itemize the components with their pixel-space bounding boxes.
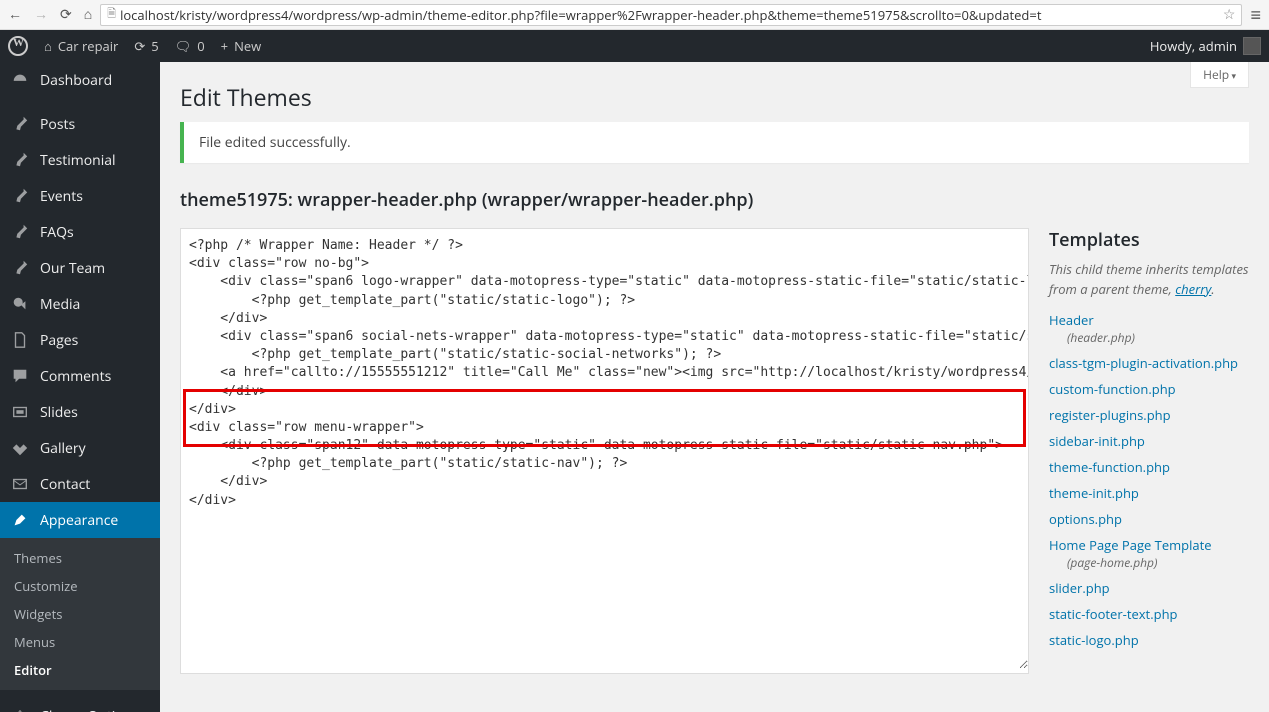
submenu-menus[interactable]: Menus: [0, 628, 160, 656]
howdy-text: Howdy, admin: [1150, 37, 1237, 55]
page-icon: [10, 330, 30, 350]
menu-gallery[interactable]: Gallery: [0, 430, 160, 466]
url-bar[interactable]: 🗎 localhost/kristy/wordpress4/wordpress/…: [100, 4, 1242, 26]
pin-icon: [10, 150, 30, 170]
pin-icon: [10, 222, 30, 242]
forward-icon[interactable]: →: [34, 5, 48, 24]
templates-panel: Templates This child theme inherits temp…: [1049, 228, 1249, 657]
site-name-link[interactable]: ⌂ Car repair: [44, 37, 118, 55]
comment-icon: [10, 366, 30, 386]
pin-icon: [10, 114, 30, 134]
admin-sidebar: Dashboard Posts Testimonial Events FAQs …: [0, 62, 160, 712]
template-item: register-plugins.php: [1049, 406, 1249, 424]
media-icon: [10, 294, 30, 314]
success-notice: File edited successfully.: [180, 122, 1249, 163]
menu-faqs[interactable]: FAQs: [0, 214, 160, 250]
menu-testimonial[interactable]: Testimonial: [0, 142, 160, 178]
pin-icon: [10, 258, 30, 278]
menu-events[interactable]: Events: [0, 178, 160, 214]
bookmark-star-icon[interactable]: ☆: [1223, 5, 1236, 24]
browser-nav-icons: ← → ⟳ ⌂: [8, 5, 92, 24]
contact-icon: [10, 474, 30, 494]
file-heading: theme51975: wrapper-header.php (wrapper/…: [180, 188, 753, 212]
dashboard-icon: [10, 70, 30, 90]
submenu-editor[interactable]: Editor: [0, 656, 160, 684]
site-name: Car repair: [58, 37, 119, 55]
pin-icon: [10, 186, 30, 206]
template-item: Header(header.php): [1049, 311, 1249, 346]
browser-chrome: ← → ⟳ ⌂ 🗎 localhost/kristy/wordpress4/wo…: [0, 0, 1269, 30]
templates-list: Header(header.php) class-tgm-plugin-acti…: [1049, 311, 1249, 649]
menu-cherry-options[interactable]: Cherry Options: [0, 698, 160, 712]
menu-comments[interactable]: Comments: [0, 358, 160, 394]
new-label: New: [234, 37, 261, 55]
url-text: localhost/kristy/wordpress4/wordpress/wp…: [120, 6, 1041, 24]
updates-icon: ⟳: [134, 37, 145, 55]
templates-heading: Templates: [1049, 228, 1249, 252]
comments-link[interactable]: 🗨 0: [175, 37, 205, 55]
new-content-link[interactable]: + New: [221, 37, 262, 55]
content-area: Help Edit Themes File edited successfull…: [160, 62, 1269, 712]
slides-icon: [10, 402, 30, 422]
submenu-themes[interactable]: Themes: [0, 544, 160, 572]
template-item: theme-function.php: [1049, 458, 1249, 476]
menu-dashboard[interactable]: Dashboard: [0, 62, 160, 98]
updates-link[interactable]: ⟳ 5: [134, 37, 158, 55]
menu-appearance[interactable]: Appearance: [0, 502, 160, 538]
updates-count: 5: [151, 37, 158, 55]
reload-icon[interactable]: ⟳: [60, 5, 72, 24]
template-item: custom-function.php: [1049, 380, 1249, 398]
menu-pages[interactable]: Pages: [0, 322, 160, 358]
template-item: slider.php: [1049, 579, 1249, 597]
browser-menu-icon[interactable]: ≡: [1250, 3, 1261, 27]
code-editor-wrapper: [180, 228, 1029, 674]
cherry-icon: [10, 706, 30, 712]
menu-contact[interactable]: Contact: [0, 466, 160, 502]
help-tab[interactable]: Help: [1190, 62, 1249, 88]
template-item: sidebar-init.php: [1049, 432, 1249, 450]
appearance-submenu: Themes Customize Widgets Menus Editor: [0, 538, 160, 690]
appearance-icon: [10, 510, 30, 530]
submenu-widgets[interactable]: Widgets: [0, 600, 160, 628]
howdy-account[interactable]: Howdy, admin: [1150, 37, 1261, 55]
menu-our-team[interactable]: Our Team: [0, 250, 160, 286]
inherit-note: This child theme inherits templates from…: [1049, 260, 1249, 299]
parent-theme-link[interactable]: cherry: [1175, 280, 1211, 298]
comment-icon: 🗨: [175, 37, 192, 55]
code-editor[interactable]: [181, 229, 1028, 669]
wp-logo[interactable]: [8, 36, 28, 56]
wordpress-logo-icon: [8, 36, 28, 56]
home-icon[interactable]: ⌂: [84, 5, 92, 24]
template-item: Home Page Page Template(page-home.php): [1049, 536, 1249, 571]
menu-slides[interactable]: Slides: [0, 394, 160, 430]
back-icon[interactable]: ←: [8, 5, 22, 24]
template-item: theme-init.php: [1049, 484, 1249, 502]
home-icon: ⌂: [44, 37, 52, 55]
wp-admin-toolbar: ⌂ Car repair ⟳ 5 🗨 0 + New Howdy, admin: [0, 30, 1269, 62]
submenu-customize[interactable]: Customize: [0, 572, 160, 600]
template-item: static-footer-text.php: [1049, 605, 1249, 623]
menu-posts[interactable]: Posts: [0, 106, 160, 142]
template-item: options.php: [1049, 510, 1249, 528]
template-item: class-tgm-plugin-activation.php: [1049, 354, 1249, 372]
avatar-icon: [1243, 37, 1261, 55]
page-icon: 🗎: [107, 5, 116, 24]
comments-count: 0: [197, 37, 204, 55]
gallery-icon: [10, 438, 30, 458]
menu-media[interactable]: Media: [0, 286, 160, 322]
plus-icon: +: [221, 37, 228, 55]
page-title: Edit Themes: [180, 72, 1249, 117]
template-item: static-logo.php: [1049, 631, 1249, 649]
